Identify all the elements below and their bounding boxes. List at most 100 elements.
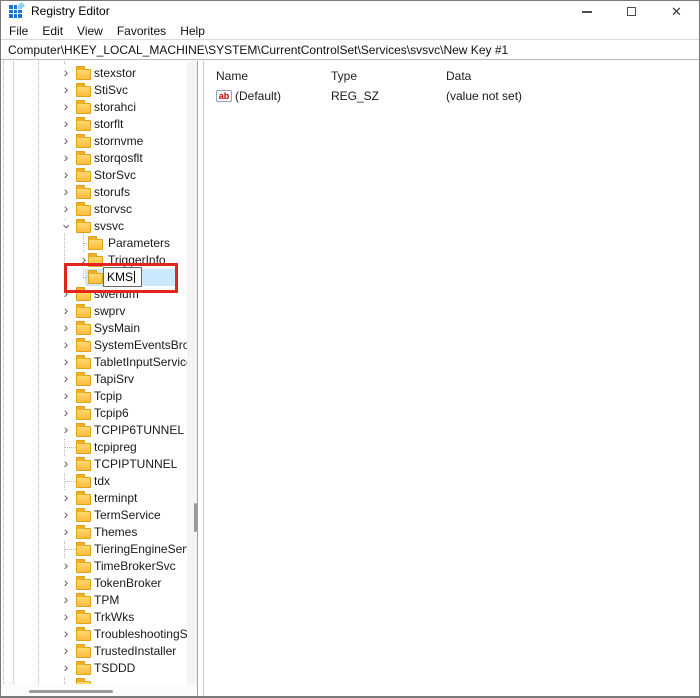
chevron-right-icon[interactable]: › xyxy=(60,609,72,626)
tree-item-label: TermService xyxy=(94,507,161,524)
address-bar[interactable]: Computer\HKEY_LOCAL_MACHINE\SYSTEM\Curre… xyxy=(1,41,699,60)
tree-item-StiSvc[interactable]: › StiSvc xyxy=(1,82,187,99)
chevron-right-icon[interactable]: › xyxy=(60,201,72,218)
tree-item-TermService[interactable]: › TermService xyxy=(1,507,187,524)
chevron-down-icon[interactable]: › xyxy=(58,221,75,233)
menu-bar: FileEditViewFavoritesHelp xyxy=(1,22,699,40)
chevron-right-icon[interactable]: › xyxy=(60,184,72,201)
tree-vertical-scrollbar[interactable] xyxy=(187,61,197,684)
chevron-right-icon[interactable]: › xyxy=(60,167,72,184)
tree-item-stexstor[interactable]: ›stexstor xyxy=(1,65,187,82)
folder-icon xyxy=(76,69,91,80)
chevron-right-icon[interactable]: › xyxy=(60,592,72,609)
chevron-right-icon[interactable]: › xyxy=(60,150,72,167)
tree-item-label: StorSvc xyxy=(94,167,136,184)
tree-item-storqosflt[interactable]: ›storqosflt xyxy=(1,150,187,167)
chevron-right-icon[interactable]: › xyxy=(60,116,72,133)
close-button[interactable]: ✕ xyxy=(654,1,699,22)
tree-item-label: TapiSrv xyxy=(94,371,134,388)
tree-item-stornvme[interactable]: ›stornvme xyxy=(1,133,187,150)
tree-item-swprv[interactable]: ›swprv xyxy=(1,303,187,320)
tree-item-Parameters[interactable]: Parameters xyxy=(1,235,187,252)
tree-guide-stub xyxy=(64,549,76,550)
tree-item-Tcpip[interactable]: ›Tcpip xyxy=(1,388,187,405)
minimize-button[interactable] xyxy=(564,1,609,22)
maximize-button[interactable] xyxy=(609,1,654,22)
tree-item-TCPIPTUNNEL[interactable]: ›TCPIPTUNNEL xyxy=(1,456,187,473)
chevron-right-icon[interactable]: › xyxy=(60,371,72,388)
tree-item-storufs[interactable]: › storufs xyxy=(1,184,187,201)
value-row-Default[interactable]: ab(Default)REG_SZ(value not set) xyxy=(204,88,699,105)
tree-item-label: TrustedInstaller xyxy=(94,643,176,660)
tree-item-TieringEngineService[interactable]: TieringEngineService xyxy=(1,541,187,558)
menu-file[interactable]: File xyxy=(2,24,35,38)
tree-item-TokenBroker[interactable]: ›TokenBroker xyxy=(1,575,187,592)
registry-editor-icon xyxy=(9,4,24,19)
chevron-right-icon[interactable]: › xyxy=(60,626,72,643)
tree-item-Tcpip6[interactable]: ›Tcpip6 xyxy=(1,405,187,422)
chevron-right-icon[interactable]: › xyxy=(60,82,72,99)
tree-item-SysMain[interactable]: ›SysMain xyxy=(1,320,187,337)
chevron-right-icon[interactable]: › xyxy=(60,660,72,677)
column-header-data[interactable]: Data xyxy=(446,69,471,83)
column-header-name[interactable]: Name xyxy=(216,69,248,83)
chevron-right-icon[interactable]: › xyxy=(60,575,72,592)
chevron-right-icon[interactable]: › xyxy=(60,507,72,524)
tree-item-TabletInputService[interactable]: › TabletInputService xyxy=(1,354,187,371)
tree-item-tdx[interactable]: tdx xyxy=(1,473,187,490)
tree-item-TPM[interactable]: ›TPM xyxy=(1,592,187,609)
folder-icon xyxy=(76,613,91,624)
tree-item-label: TabletInputService xyxy=(94,354,187,371)
chevron-right-icon[interactable]: › xyxy=(60,133,72,150)
folder-icon xyxy=(76,443,91,454)
chevron-right-icon[interactable]: › xyxy=(60,643,72,660)
tree-item-TrkWks[interactable]: ›TrkWks xyxy=(1,609,187,626)
chevron-right-icon[interactable]: › xyxy=(60,388,72,405)
tree-item-tcpipreg[interactable]: tcpipreg xyxy=(1,439,187,456)
folder-icon xyxy=(76,103,91,114)
tree-item-storflt[interactable]: ›storflt xyxy=(1,116,187,133)
tree-item-SystemEventsBroker[interactable]: ›SystemEventsBroker xyxy=(1,337,187,354)
chevron-right-icon[interactable]: › xyxy=(60,405,72,422)
chevron-right-icon[interactable]: › xyxy=(60,65,72,82)
tree-item-TrustedInstaller[interactable]: › TrustedInstaller xyxy=(1,643,187,660)
chevron-right-icon[interactable]: › xyxy=(60,337,72,354)
tree-item-terminpt[interactable]: ›terminpt xyxy=(1,490,187,507)
tree-vertical-scrollbar-thumb[interactable] xyxy=(194,503,197,532)
tree-item-TSDDD[interactable]: ›TSDDD xyxy=(1,660,187,677)
tree-item-StorSvc[interactable]: › StorSvc xyxy=(1,167,187,184)
chevron-right-icon[interactable]: › xyxy=(60,558,72,575)
tree-item-label: Themes xyxy=(94,524,137,541)
maximize-icon xyxy=(627,7,636,16)
chevron-right-icon[interactable]: › xyxy=(60,490,72,507)
chevron-right-icon[interactable]: › xyxy=(60,303,72,320)
tree-item-storahci[interactable]: › storahci xyxy=(1,99,187,116)
tree-item-TroubleshootingSvc[interactable]: ›TroubleshootingSvc xyxy=(1,626,187,643)
menu-help[interactable]: Help xyxy=(173,24,212,38)
chevron-right-icon[interactable]: › xyxy=(60,524,72,541)
tree-horizontal-scrollbar-thumb[interactable] xyxy=(29,690,113,693)
chevron-right-icon[interactable]: › xyxy=(60,456,72,473)
folder-icon xyxy=(76,137,91,148)
menu-view[interactable]: View xyxy=(70,24,110,38)
reg-sz-icon: ab xyxy=(216,90,232,102)
column-header-type[interactable]: Type xyxy=(331,69,357,83)
chevron-right-icon[interactable]: › xyxy=(60,320,72,337)
tree-item-svsvc[interactable]: ›svsvc xyxy=(1,218,187,235)
folder-icon xyxy=(76,477,91,488)
tree-item-partial[interactable] xyxy=(1,677,187,684)
folder-icon xyxy=(76,154,91,165)
tree-item-TapiSrv[interactable]: › TapiSrv xyxy=(1,371,187,388)
tree-item-TimeBrokerSvc[interactable]: ›TimeBrokerSvc xyxy=(1,558,187,575)
tree-item-label: storahci xyxy=(94,99,136,116)
tree-item-storvsc[interactable]: ›storvsc xyxy=(1,201,187,218)
tree-item-label: StiSvc xyxy=(94,82,128,99)
chevron-right-icon[interactable]: › xyxy=(60,99,72,116)
chevron-right-icon[interactable]: › xyxy=(60,422,72,439)
chevron-right-icon[interactable]: › xyxy=(60,354,72,371)
tree-item-TCPIP6TUNNEL[interactable]: ›TCPIP6TUNNEL xyxy=(1,422,187,439)
menu-favorites[interactable]: Favorites xyxy=(110,24,173,38)
tree-item-label: storufs xyxy=(94,184,130,201)
tree-item-Themes[interactable]: › Themes xyxy=(1,524,187,541)
menu-edit[interactable]: Edit xyxy=(35,24,70,38)
